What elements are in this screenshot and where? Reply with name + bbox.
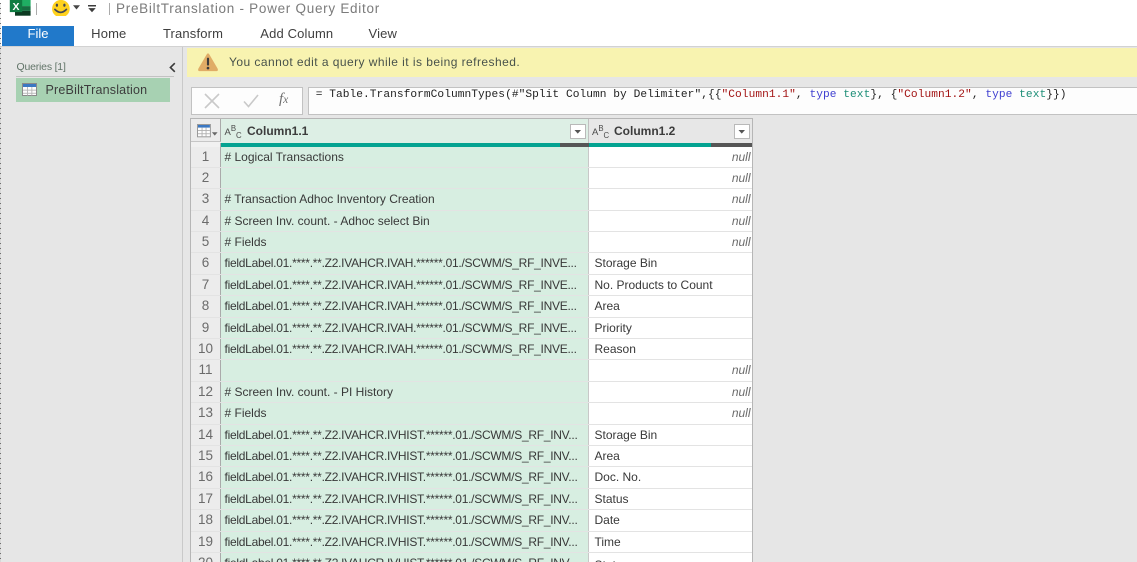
svg-text:X: X (12, 1, 19, 13)
